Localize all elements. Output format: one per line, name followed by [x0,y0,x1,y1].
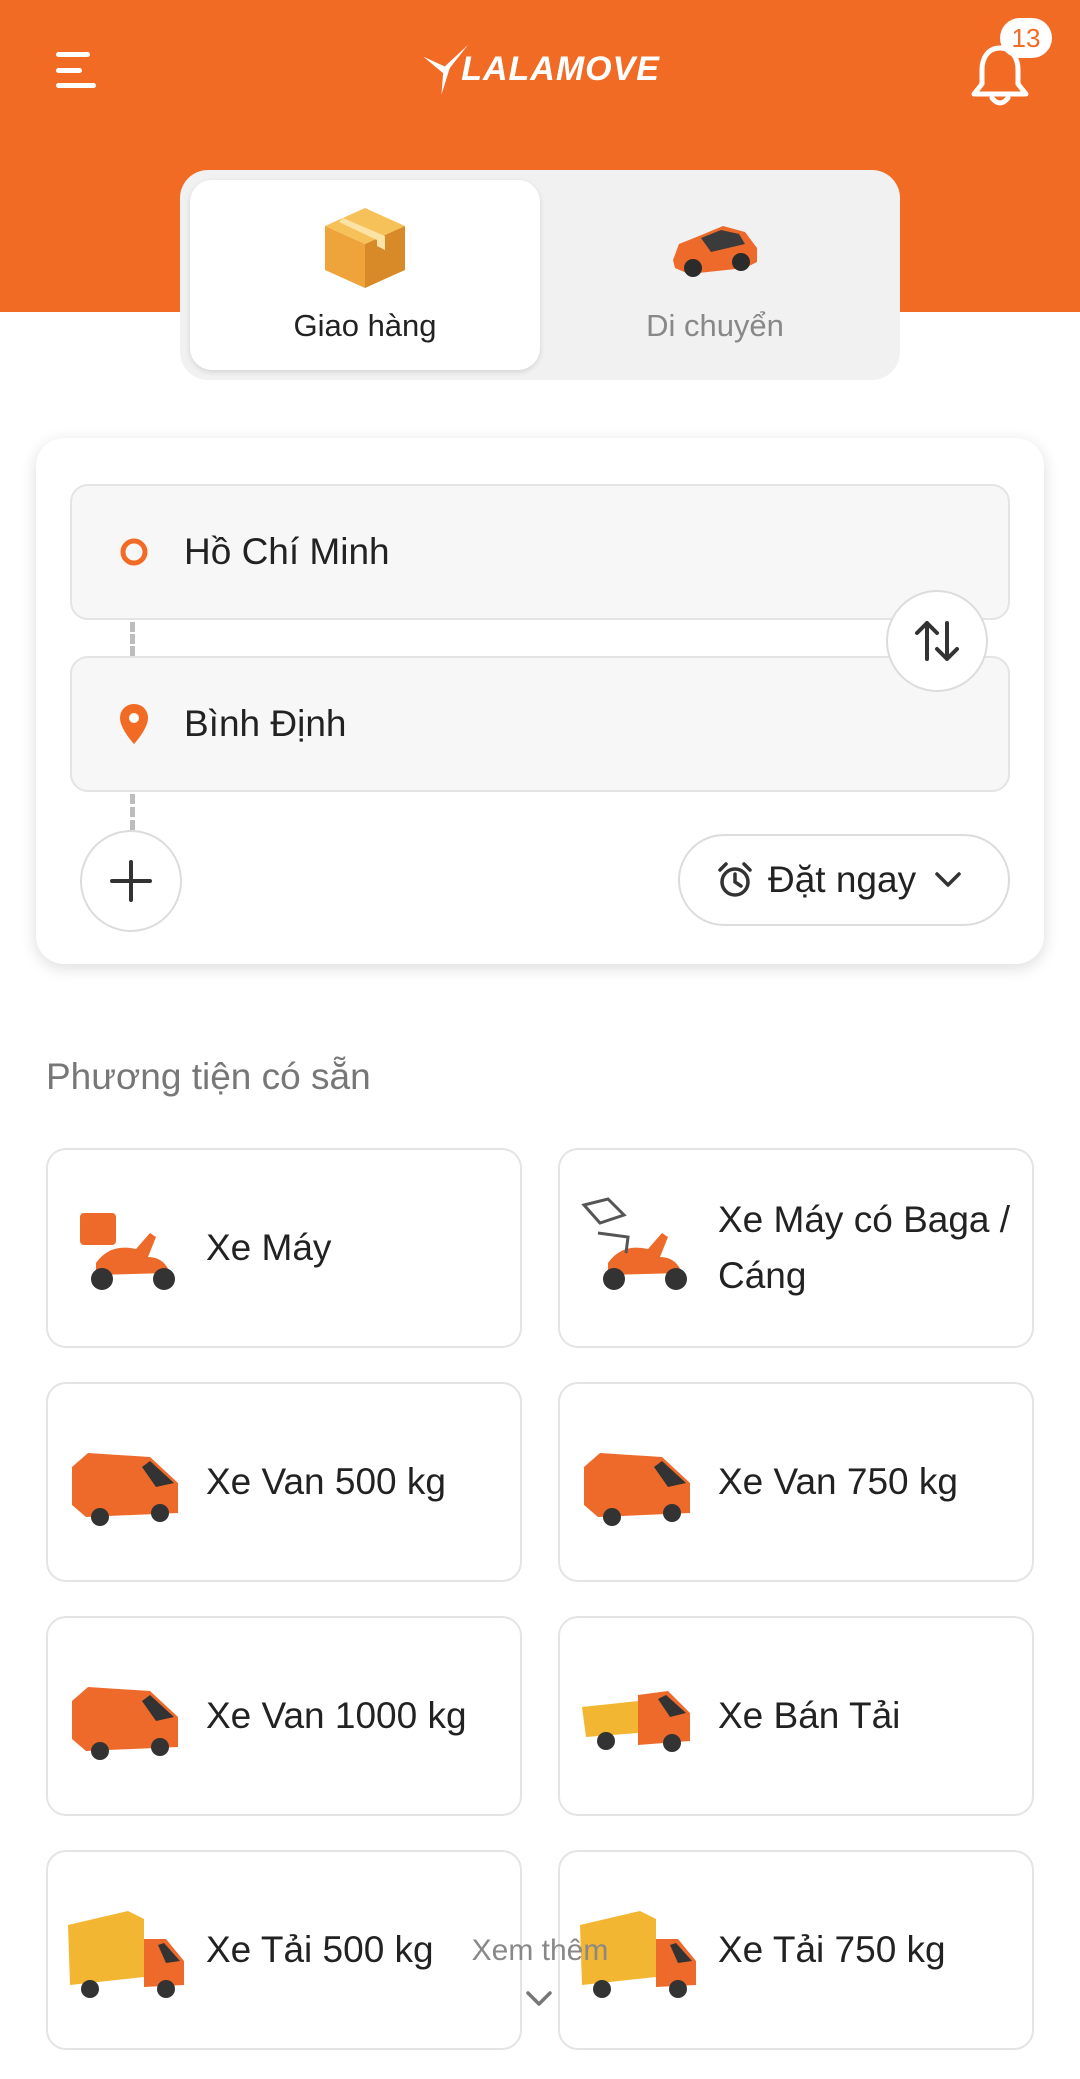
chevron-down-icon[interactable] [522,1982,556,2016]
tab-delivery[interactable]: Giao hàng [190,180,540,370]
vehicle-label: Xe Tải 750 kg [718,1929,946,1970]
pickup-truck-icon [582,1691,690,1752]
pickup-address-text: Hồ Chí Minh [184,531,390,572]
package-box-icon [325,208,405,288]
dropoff-address-field[interactable]: Bình Định [70,656,1010,792]
chevron-down-icon [935,872,961,887]
brand-logo: LALAMOVE [420,34,660,104]
vehicle-label: Xe Máy [206,1227,332,1268]
vehicle-label: Xe Van 750 kg [718,1461,958,1502]
pickup-circle-icon [116,534,152,570]
tab-ride-label: Di chuyển [646,308,784,343]
vehicle-label: Xe Bán Tải [718,1695,901,1736]
vehicle-card-motorbike[interactable]: Xe Máy [46,1148,522,1348]
service-mode-switch: Giao hàng Di chuyển [180,170,900,380]
motorbike-icon [80,1213,175,1290]
dropoff-address-text: Bình Định [184,703,347,744]
vehicle-card-van-1000[interactable]: Xe Van 1000 kg [46,1616,522,1816]
motorbike-rack-icon [581,1197,687,1290]
see-more-link[interactable]: Xem thêm [460,1934,620,1968]
box-truck-icon [68,1911,184,1998]
vehicle-card-truck-750[interactable]: Xe Tải 750 kg [558,1850,1034,2050]
add-stop-button[interactable] [80,830,182,932]
vehicle-card-pickup[interactable]: Xe Bán Tải [558,1616,1034,1816]
vehicle-label: Xe Máy có Baga / Cáng [718,1199,1011,1296]
van-icon [72,1453,178,1526]
schedule-time-label: Đặt ngay [768,859,917,900]
vehicle-card-motorbike-rack[interactable]: Xe Máy có Baga / Cáng [558,1148,1034,1348]
route-connector [130,622,136,656]
alarm-clock-icon [718,862,752,897]
route-connector [130,794,136,830]
brand-name: LALAMOVE [461,49,660,88]
schedule-time-button[interactable]: Đặt ngay [678,834,1010,926]
location-pin-icon [116,704,152,744]
route-card: Hồ Chí Minh Bình Định Đặt ngay [36,438,1044,964]
vehicle-label: Xe Tải 500 kg [206,1929,434,1970]
car-icon [673,226,757,277]
menu-line [56,83,96,88]
notification-badge: 13 [1000,18,1052,58]
vehicles-section-title: Phương tiện có sẵn [46,1056,371,1097]
vehicle-label: Xe Van 500 kg [206,1461,446,1502]
swap-addresses-button[interactable] [886,590,988,692]
pickup-address-field[interactable]: Hồ Chí Minh [70,484,1010,620]
van-icon [72,1687,178,1760]
vehicle-label: Xe Van 1000 kg [206,1695,467,1736]
menu-line [56,52,90,57]
vehicle-card-van-750[interactable]: Xe Van 750 kg [558,1382,1034,1582]
menu-button[interactable] [52,44,104,96]
plus-icon [110,860,152,902]
tab-ride[interactable]: Di chuyển [540,180,890,370]
vehicle-card-truck-500[interactable]: Xe Tải 500 kg [46,1850,522,2050]
swap-arrows-icon [915,621,959,661]
menu-line [56,67,82,73]
van-icon [584,1453,690,1526]
tab-delivery-label: Giao hàng [293,308,437,343]
vehicle-card-van-500[interactable]: Xe Van 500 kg [46,1382,522,1582]
